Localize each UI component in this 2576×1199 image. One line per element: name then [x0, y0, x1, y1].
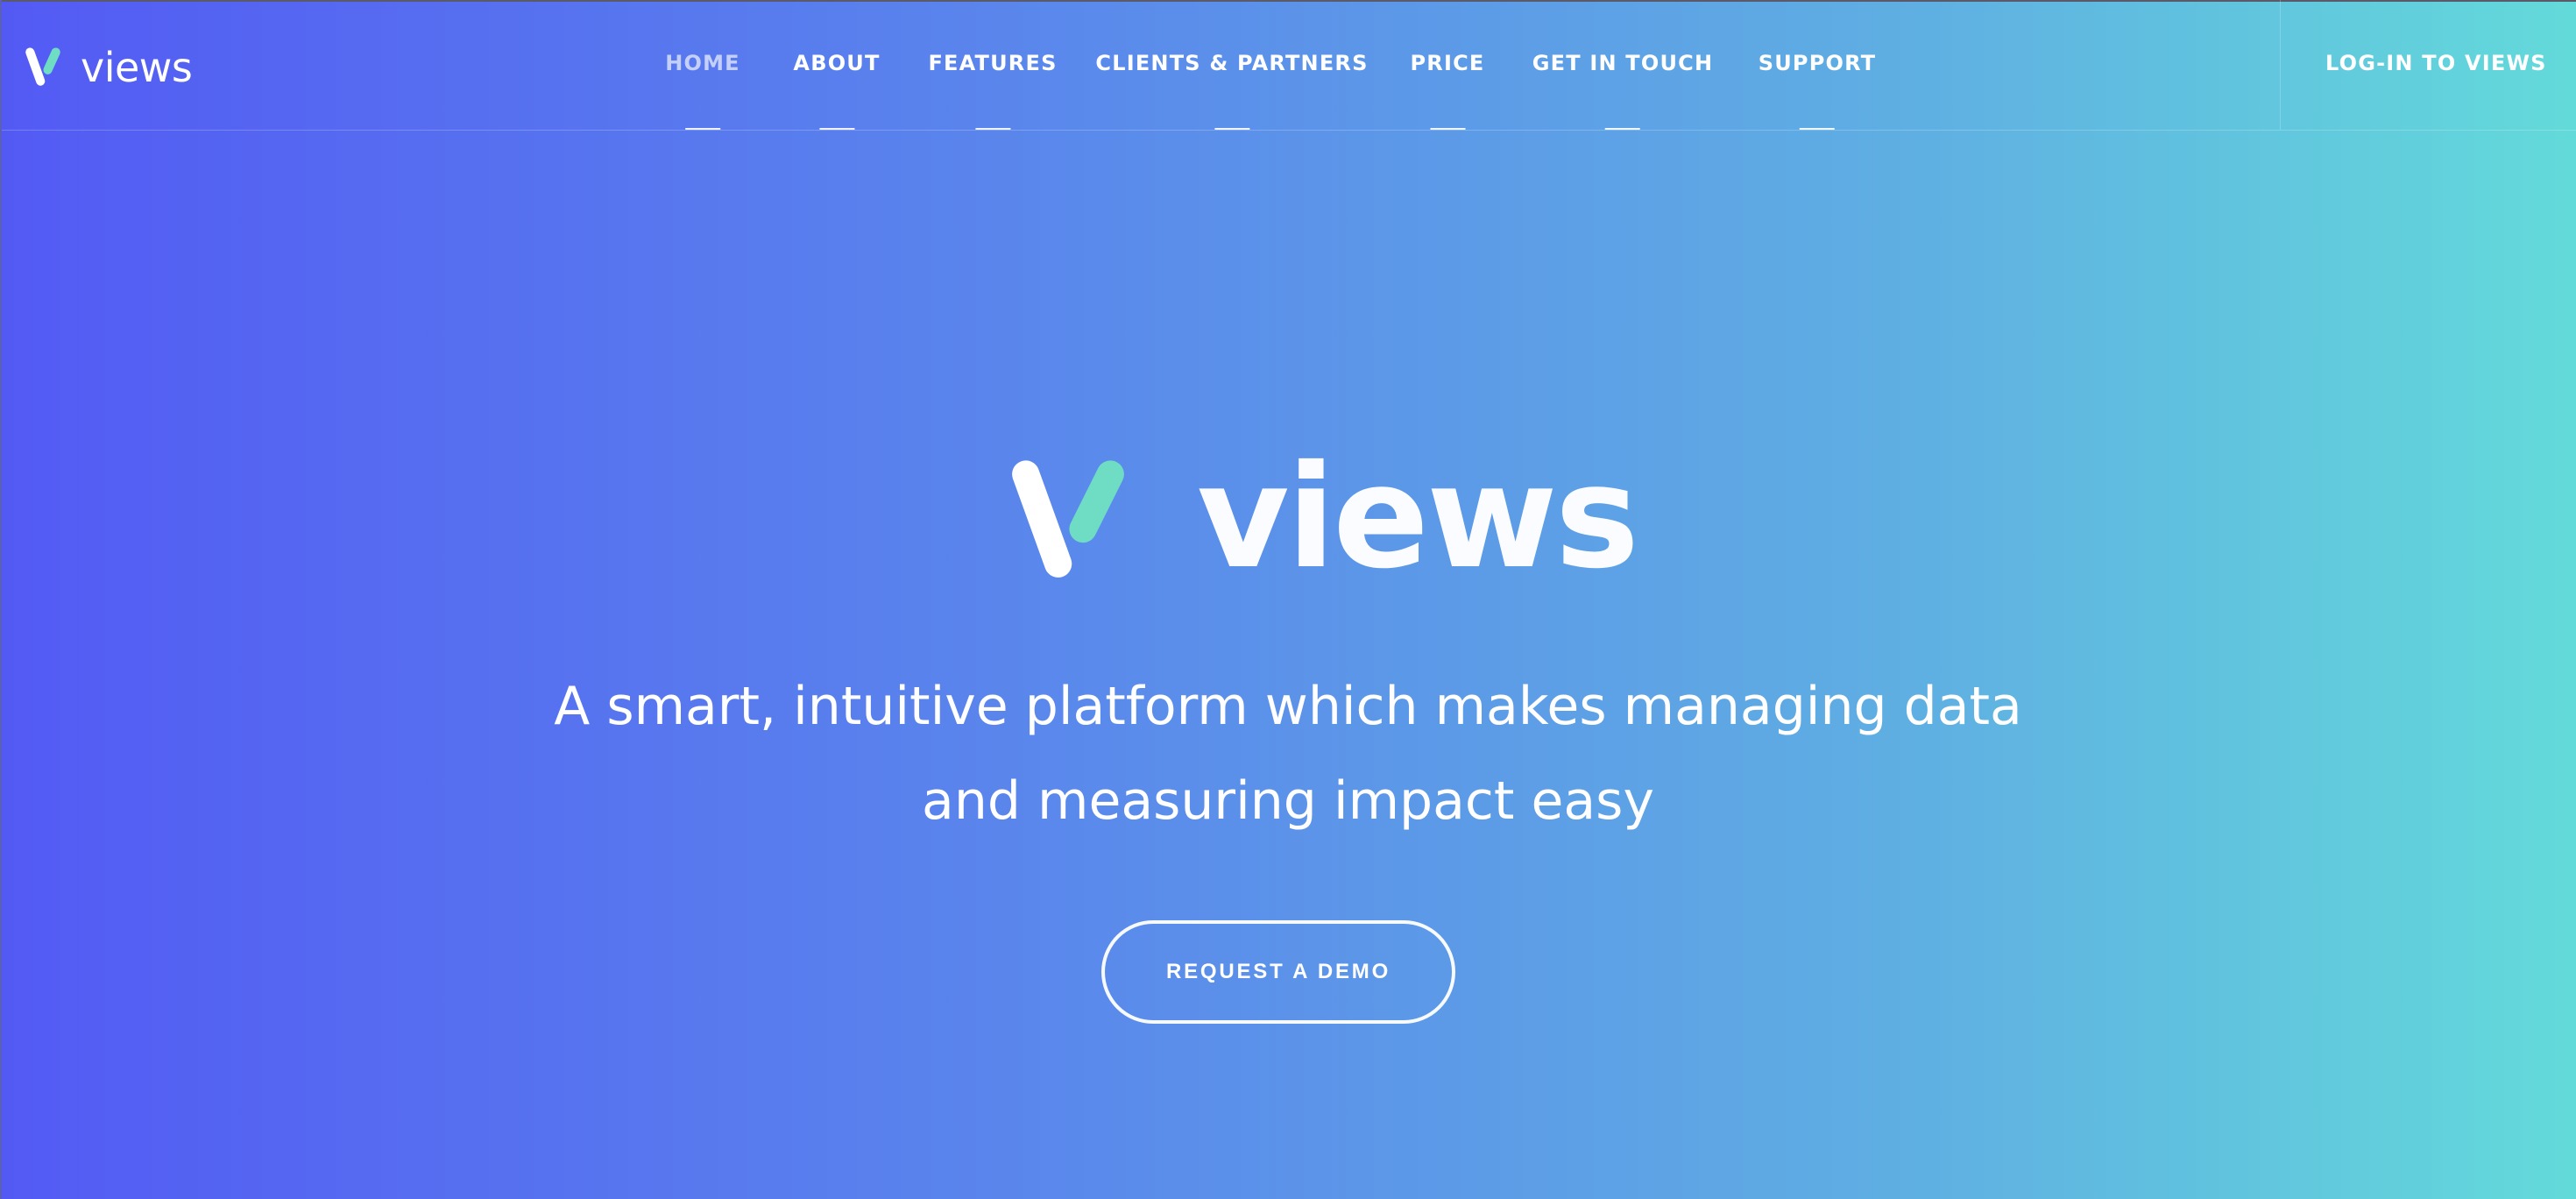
- nav-item-label: PRICE: [1410, 51, 1485, 75]
- hero-brand-name: views: [1197, 436, 1639, 600]
- nav-underline: [1429, 128, 1465, 130]
- tagline-line-1: A smart, intuitive platform which makes …: [554, 676, 2022, 737]
- nav-item-label: ABOUT: [793, 51, 881, 75]
- nav-underline: [1800, 128, 1835, 130]
- nav-underline: [1605, 128, 1640, 130]
- nav-item-support[interactable]: SUPPORT: [1758, 51, 1877, 130]
- nav-underline: [818, 128, 854, 130]
- nav-underline: [684, 128, 720, 130]
- nav-item-get-in-touch[interactable]: GET IN TOUCH: [1532, 51, 1714, 130]
- nav-item-price[interactable]: PRICE: [1410, 51, 1485, 130]
- nav-item-home[interactable]: HOME: [665, 51, 740, 130]
- main-nav: HOME ABOUT FEATURES CLIENTS & PARTNERS P…: [0, 0, 2576, 130]
- nav-item-label: SUPPORT: [1758, 51, 1877, 75]
- nav-item-clients-partners[interactable]: CLIENTS & PARTNERS: [1095, 51, 1369, 130]
- request-demo-button[interactable]: REQUEST A DEMO: [1101, 920, 1455, 1024]
- hero-logo: views: [1006, 440, 1639, 596]
- nav-item-label: HOME: [665, 51, 740, 75]
- hero-tagline: A smart, intuitive platform which makes …: [368, 659, 2208, 848]
- nav-underline: [975, 128, 1010, 130]
- nav-underline: [1214, 128, 1249, 130]
- page: views HOME ABOUT FEATURES CLIENTS & PART…: [0, 0, 2576, 1199]
- nav-item-label: CLIENTS & PARTNERS: [1095, 51, 1369, 75]
- header-divider: [2280, 0, 2281, 130]
- nav-item-label: GET IN TOUCH: [1532, 51, 1714, 75]
- nav-item-features[interactable]: FEATURES: [928, 51, 1058, 130]
- login-link[interactable]: LOG-IN TO VIEWS: [2325, 51, 2547, 75]
- site-header: views HOME ABOUT FEATURES CLIENTS & PART…: [0, 0, 2576, 131]
- nav-item-label: FEATURES: [928, 51, 1058, 75]
- nav-item-about[interactable]: ABOUT: [793, 51, 881, 130]
- tagline-line-2: and measuring impact easy: [922, 770, 1654, 832]
- views-v-logo-icon: [1012, 460, 1124, 578]
